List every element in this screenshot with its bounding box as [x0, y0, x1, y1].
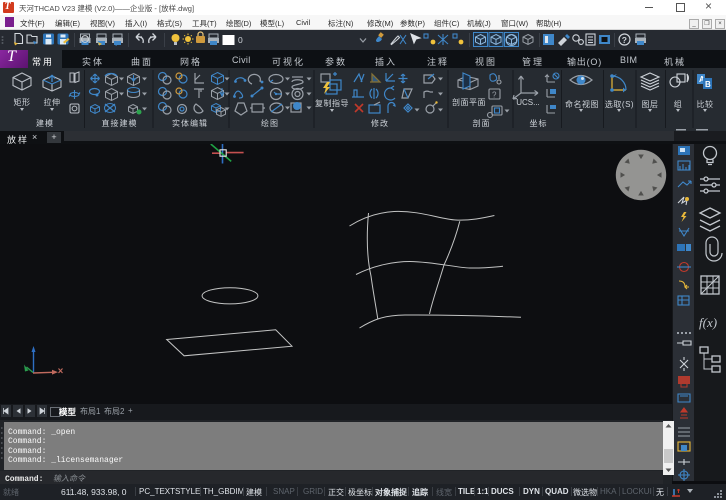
svg-text:B: B	[705, 80, 711, 89]
svg-text:?: ?	[622, 35, 627, 45]
svg-text:0: 0	[238, 35, 243, 45]
svg-text:f(x): f(x)	[699, 315, 717, 330]
svg-text:?: ?	[492, 91, 497, 100]
